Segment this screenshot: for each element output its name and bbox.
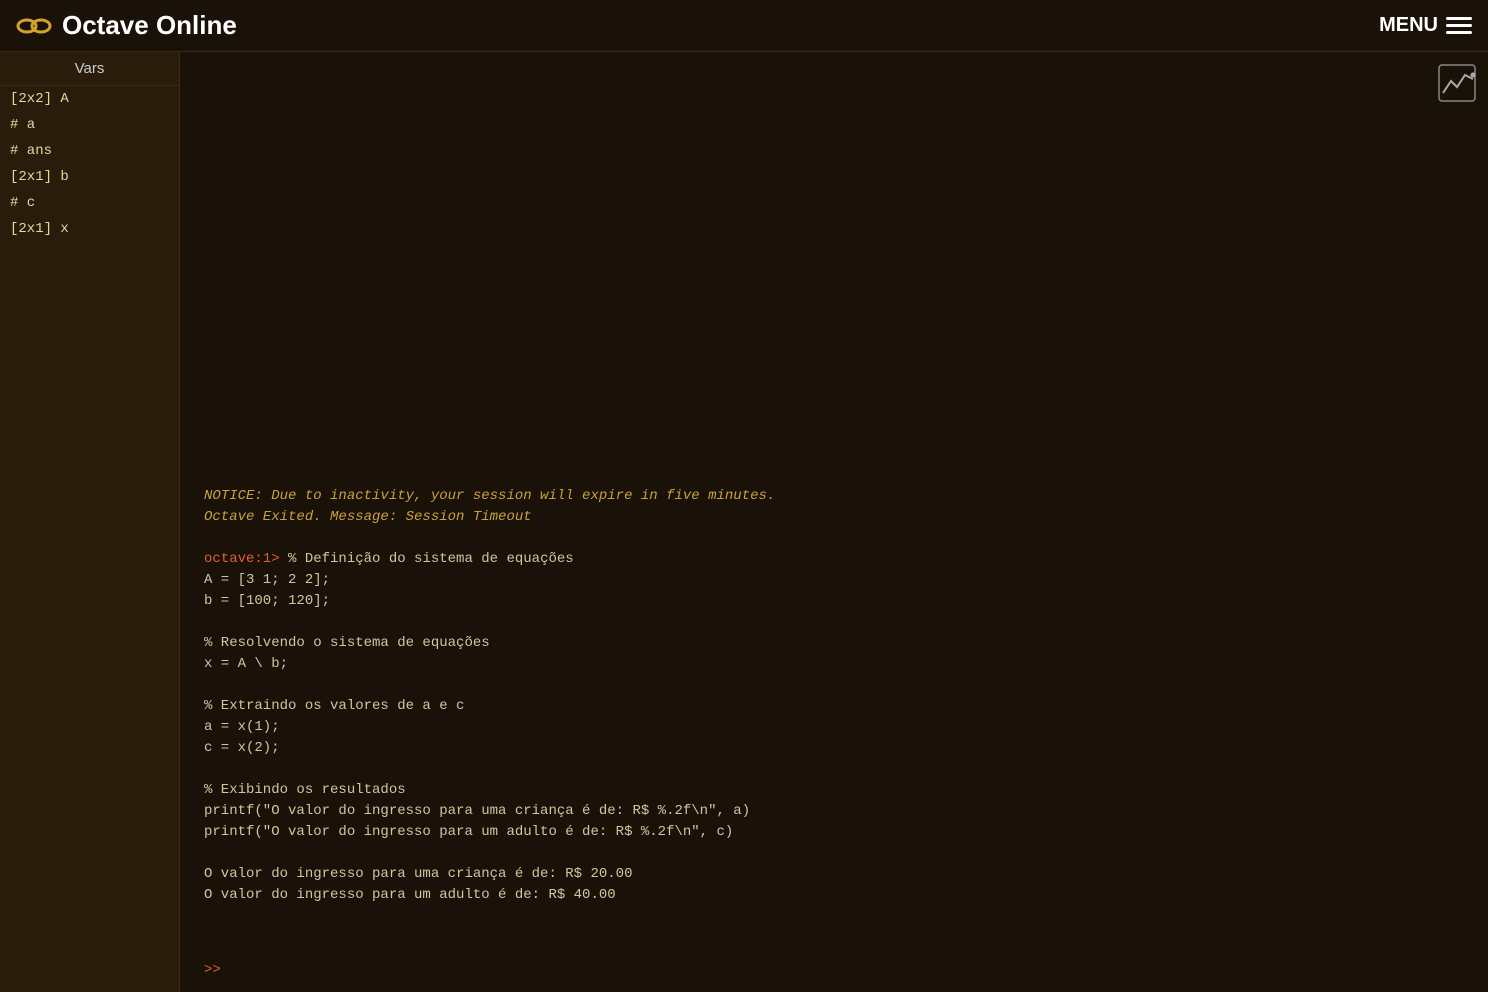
menu-button[interactable]: MENU	[1379, 14, 1472, 37]
var-item[interactable]: # ans	[0, 138, 179, 164]
main-layout: Vars [2x2] A # a # ans [2x1] b # c [2x1]…	[0, 52, 1488, 992]
command-prompt: octave:1>	[204, 551, 280, 567]
terminal-input[interactable]	[225, 962, 1464, 978]
header-left: Octave Online	[16, 8, 237, 44]
terminal-input-line: >>	[180, 948, 1488, 992]
terminal-container: NOTICE: Due to inactivity, your session …	[180, 52, 1488, 992]
var-item[interactable]: # a	[0, 112, 179, 138]
var-item[interactable]: # c	[0, 190, 179, 216]
menu-icon	[1446, 17, 1472, 34]
terminal-content: NOTICE: Due to inactivity, your session …	[204, 465, 1464, 948]
menu-label: MENU	[1379, 14, 1438, 37]
sidebar: Vars [2x2] A # a # ans [2x1] b # c [2x1]…	[0, 52, 180, 992]
var-item[interactable]: [2x1] x	[0, 216, 179, 242]
var-item[interactable]: [2x1] b	[0, 164, 179, 190]
input-prompt: >>	[204, 962, 221, 978]
notice-line1: NOTICE: Due to inactivity, your session …	[204, 488, 775, 525]
app-title: Octave Online	[62, 10, 237, 41]
var-item[interactable]: [2x2] A	[0, 86, 179, 112]
plot-icon[interactable]	[1432, 58, 1482, 108]
terminal-output: NOTICE: Due to inactivity, your session …	[180, 52, 1488, 948]
command-input: % Definição do sistema de equações A = […	[204, 551, 750, 903]
logo-icon	[16, 8, 52, 44]
vars-header: Vars	[0, 52, 179, 86]
app-header: Octave Online MENU	[0, 0, 1488, 52]
